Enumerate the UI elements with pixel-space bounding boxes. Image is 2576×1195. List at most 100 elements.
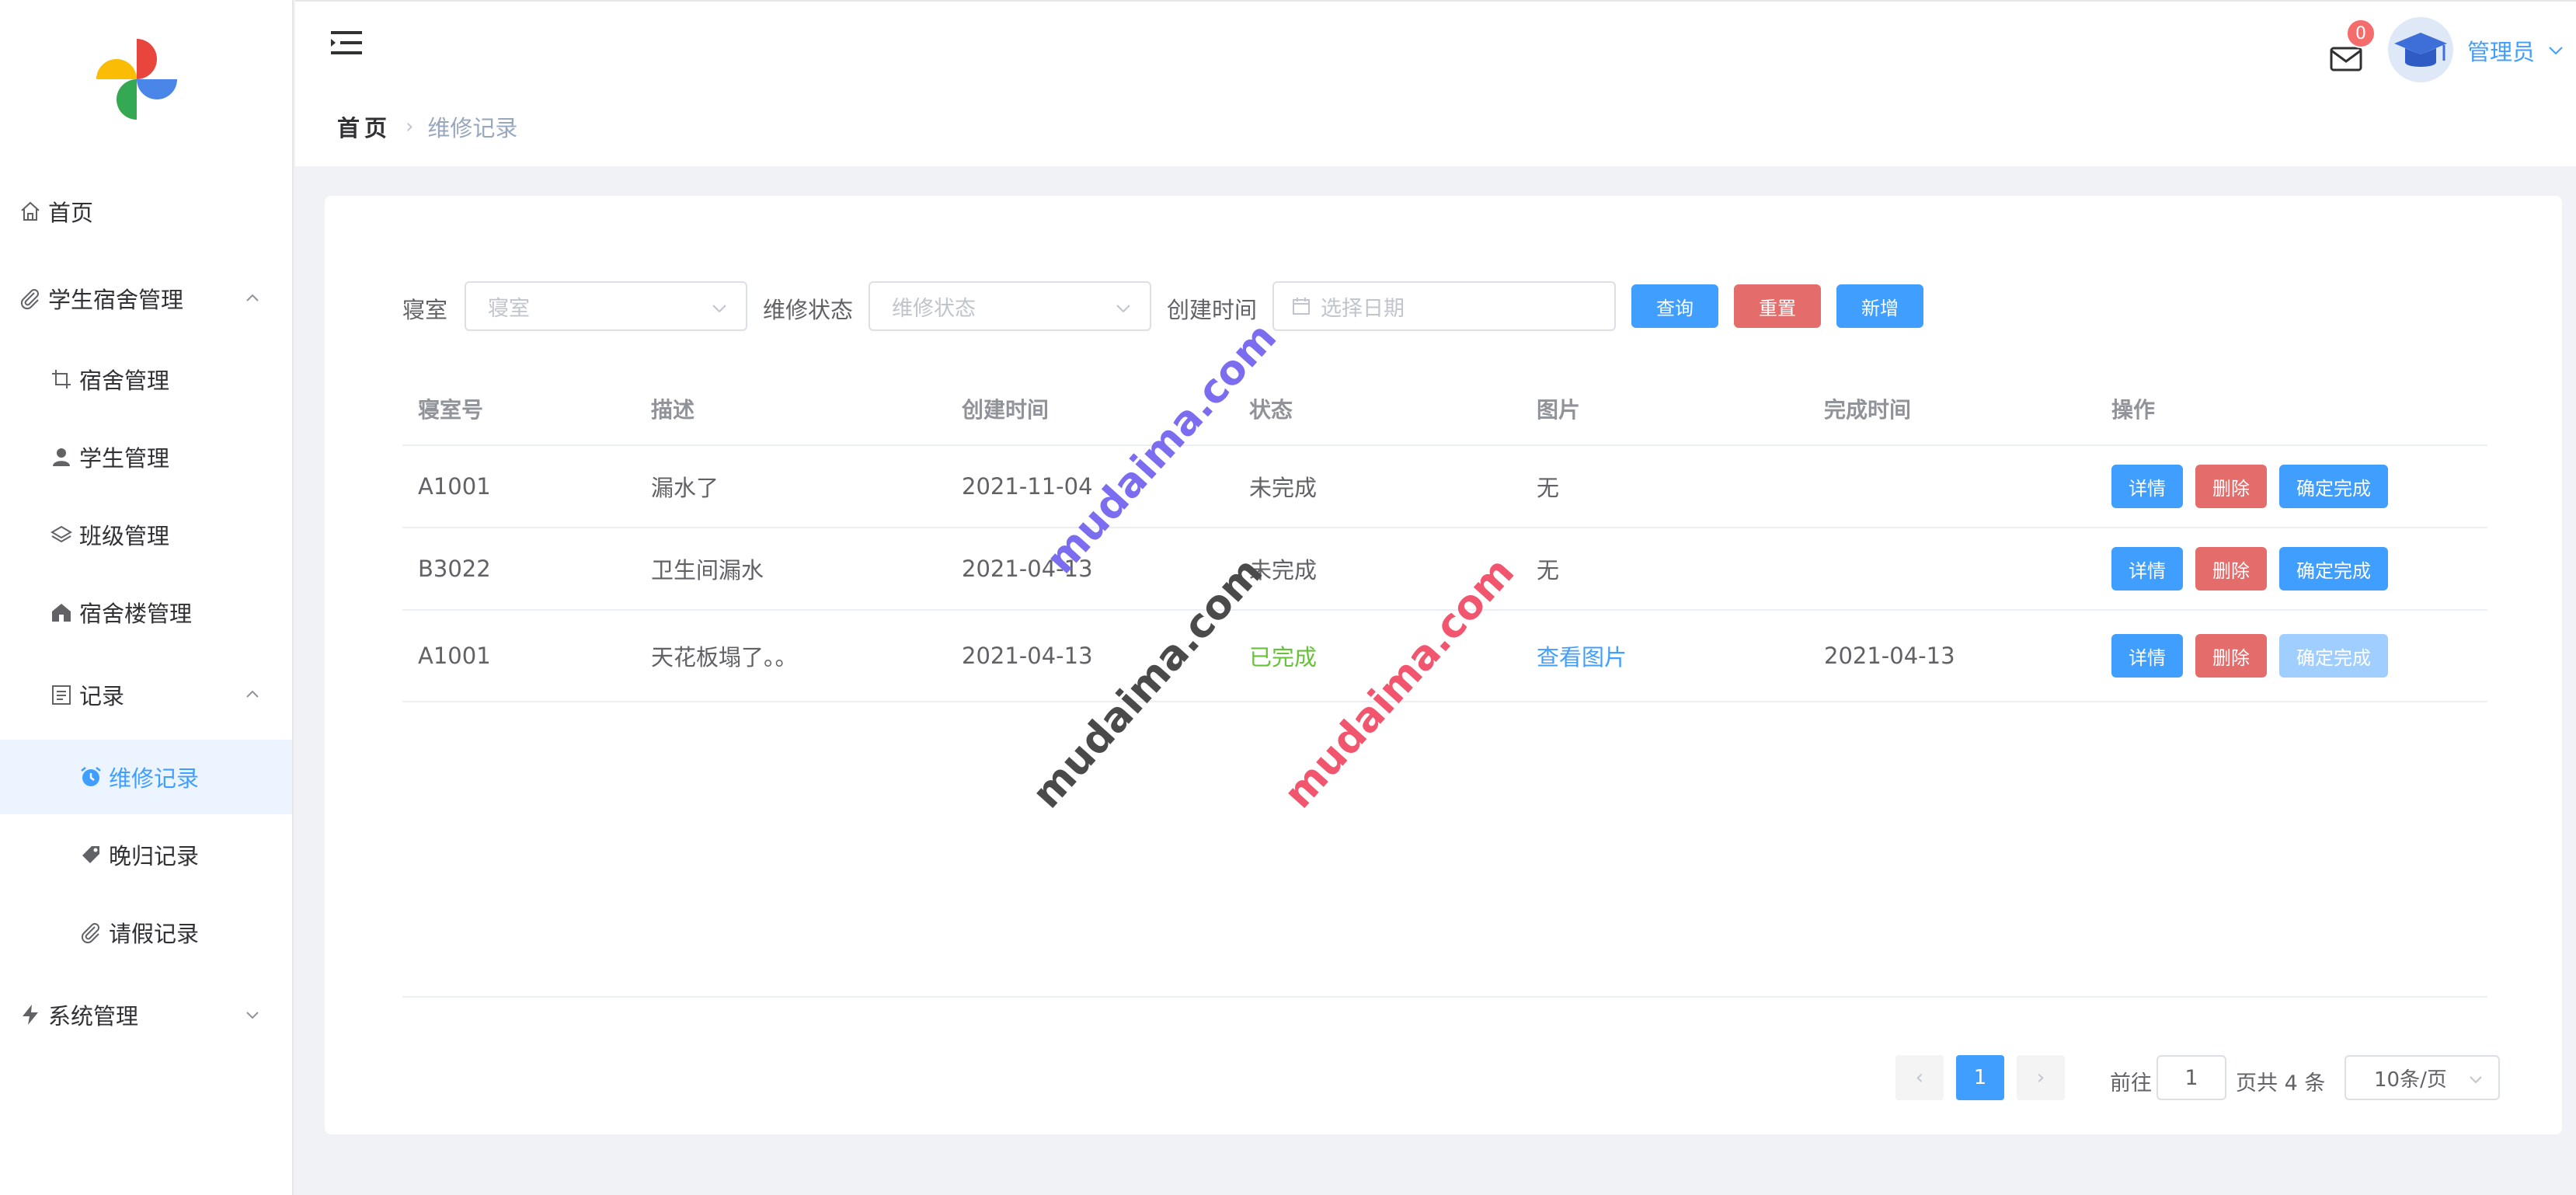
created-cell: 2021-11-04 [962, 473, 1093, 500]
calendar-icon [1293, 298, 1310, 315]
sidebar-item-label: 学生宿舍管理 [48, 287, 184, 313]
chevron-up-icon [246, 690, 259, 698]
home-icon [17, 198, 44, 225]
column-header[interactable]: 寝室号 [418, 393, 483, 424]
detail-button[interactable]: 详情 [2111, 547, 2183, 591]
chevron-right-icon: › [2036, 1066, 2045, 1089]
chevron-left-icon: ‹ [1915, 1066, 1924, 1089]
sidebar-item-label: 系统管理 [48, 1003, 139, 1030]
view-image-link[interactable]: 查看图片 [1537, 639, 1627, 672]
crop-icon [48, 366, 75, 392]
sidebar-item-late-return[interactable]: 晚归记录 [0, 817, 292, 892]
room-cell: B3022 [418, 556, 491, 582]
date-picker-placeholder: 选择日期 [1321, 296, 1405, 321]
column-header[interactable]: 状态 [1249, 393, 1293, 424]
sidebar-item-leave-records[interactable]: 请假记录 [0, 895, 292, 970]
breadcrumb-separator-icon: › [406, 115, 414, 138]
sidebar-item-repair-records[interactable]: 维修记录 [0, 740, 292, 814]
logo-icon [96, 39, 177, 120]
divider [402, 996, 2487, 998]
column-header[interactable]: 描述 [651, 393, 694, 424]
goto-page-input[interactable]: 1 [2157, 1055, 2226, 1100]
user-name[interactable]: 管理员 [2467, 34, 2535, 67]
total-label: 页共 4 条 [2236, 1071, 2326, 1096]
room-select[interactable]: 寝室 [465, 281, 747, 331]
chevron-up-icon [246, 294, 259, 301]
image-cell: 无 [1537, 475, 1560, 501]
column-header[interactable]: 完成时间 [1824, 393, 1911, 424]
detail-button[interactable]: 详情 [2111, 634, 2183, 678]
detail-button[interactable]: 详情 [2111, 465, 2183, 508]
status-cell: 已完成 [1249, 644, 1318, 671]
paperclip-icon [78, 919, 104, 946]
delete-button[interactable]: 删除 [2195, 634, 2267, 678]
add-button[interactable]: 新增 [1836, 284, 1923, 328]
sidebar-item-classes[interactable]: 班级管理 [0, 497, 292, 572]
status-select[interactable]: 维修状态 [869, 281, 1151, 331]
confirm-complete-button[interactable]: 确定完成 [2279, 634, 2388, 678]
created-filter-label: 创建时间 [1167, 297, 1258, 323]
chevron-down-icon [246, 1012, 259, 1019]
confirm-complete-button[interactable]: 确定完成 [2279, 547, 2388, 591]
sidebar-item-label: 宿舍管理 [79, 368, 170, 394]
breadcrumb: 首页 › 维修记录 [337, 110, 517, 143]
confirm-complete-button[interactable]: 确定完成 [2279, 465, 2388, 508]
prev-page-button[interactable]: ‹ [1895, 1055, 1944, 1100]
breadcrumb-home[interactable]: 首页 [337, 110, 392, 143]
paperclip-icon [17, 285, 44, 312]
user-icon [48, 444, 75, 470]
room-select-placeholder: 寝室 [488, 296, 530, 321]
app-root: 首页 学生宿舍管理 宿舍管理 学生管理 班级管理 宿舍楼管理 记录 维修记录 晚… [0, 0, 2576, 1195]
created-cell: 2021-04-13 [962, 643, 1093, 669]
status-select-placeholder: 维修状态 [892, 296, 976, 321]
sidebar-item-dorm[interactable]: 宿舍管理 [0, 342, 292, 416]
room-filter-label: 寝室 [402, 297, 448, 323]
column-header[interactable]: 创建时间 [962, 393, 1049, 424]
sidebar-item-label: 学生管理 [79, 445, 170, 472]
sidebar-item-label: 维修记录 [109, 765, 200, 792]
goto-label: 前往 [2110, 1071, 2152, 1096]
column-header[interactable]: 图片 [1537, 393, 1580, 424]
sidebar-item-label: 晚归记录 [109, 843, 200, 869]
column-header[interactable]: 操作 [2111, 393, 2155, 424]
list-icon [48, 681, 75, 708]
top-header: 首页 › 维修记录 0 管理员 [295, 0, 2576, 166]
sidebar-item-system[interactable]: 系统管理 [0, 977, 292, 1052]
page-number[interactable]: 1 [1956, 1055, 2004, 1100]
sidebar-item-label: 请假记录 [109, 921, 200, 947]
sidebar-item-label: 班级管理 [79, 523, 170, 549]
sidebar-item-label: 宿舍楼管理 [79, 601, 193, 627]
desc-cell: 卫生间漏水 [651, 557, 764, 584]
desc-cell: 漏水了 [651, 475, 719, 501]
sidebar-item-students[interactable]: 学生管理 [0, 420, 292, 494]
sidebar-item-dorm-management[interactable]: 学生宿舍管理 [0, 261, 292, 336]
desc-cell: 天花板塌了。。 [651, 644, 798, 671]
reset-button[interactable]: 重置 [1734, 284, 1821, 328]
clock-icon [78, 764, 104, 790]
sidebar-item-home[interactable]: 首页 [0, 174, 292, 249]
sidebar-item-buildings[interactable]: 宿舍楼管理 [0, 575, 292, 650]
avatar[interactable] [2388, 17, 2453, 82]
image-cell: 无 [1537, 557, 1560, 584]
page-size-select[interactable]: 10条/页 [2345, 1055, 2500, 1100]
lightning-icon [17, 1002, 44, 1028]
menu-toggle-icon[interactable] [329, 28, 364, 57]
layers-icon [48, 521, 75, 548]
delete-button[interactable]: 删除 [2195, 547, 2267, 591]
sidebar-item-label: 首页 [48, 200, 94, 226]
notification-badge: 0 [2346, 19, 2376, 48]
status-cell: 未完成 [1249, 475, 1318, 501]
sidebar-item-label: 记录 [79, 683, 125, 709]
tag-icon [78, 841, 104, 868]
date-picker[interactable]: 选择日期 [1272, 281, 1616, 331]
finished-cell: 2021-04-13 [1824, 643, 1955, 669]
next-page-button[interactable]: › [2017, 1055, 2065, 1100]
chevron-down-icon [712, 305, 726, 313]
delete-button[interactable]: 删除 [2195, 465, 2267, 508]
query-button[interactable]: 查询 [1631, 284, 1718, 328]
room-cell: A1001 [418, 643, 491, 669]
status-filter-label: 维修状态 [763, 297, 854, 323]
sidebar: 首页 学生宿舍管理 宿舍管理 学生管理 班级管理 宿舍楼管理 记录 维修记录 晚… [0, 0, 294, 1195]
sidebar-item-records[interactable]: 记录 [0, 657, 292, 732]
chevron-down-icon[interactable] [2546, 40, 2565, 59]
